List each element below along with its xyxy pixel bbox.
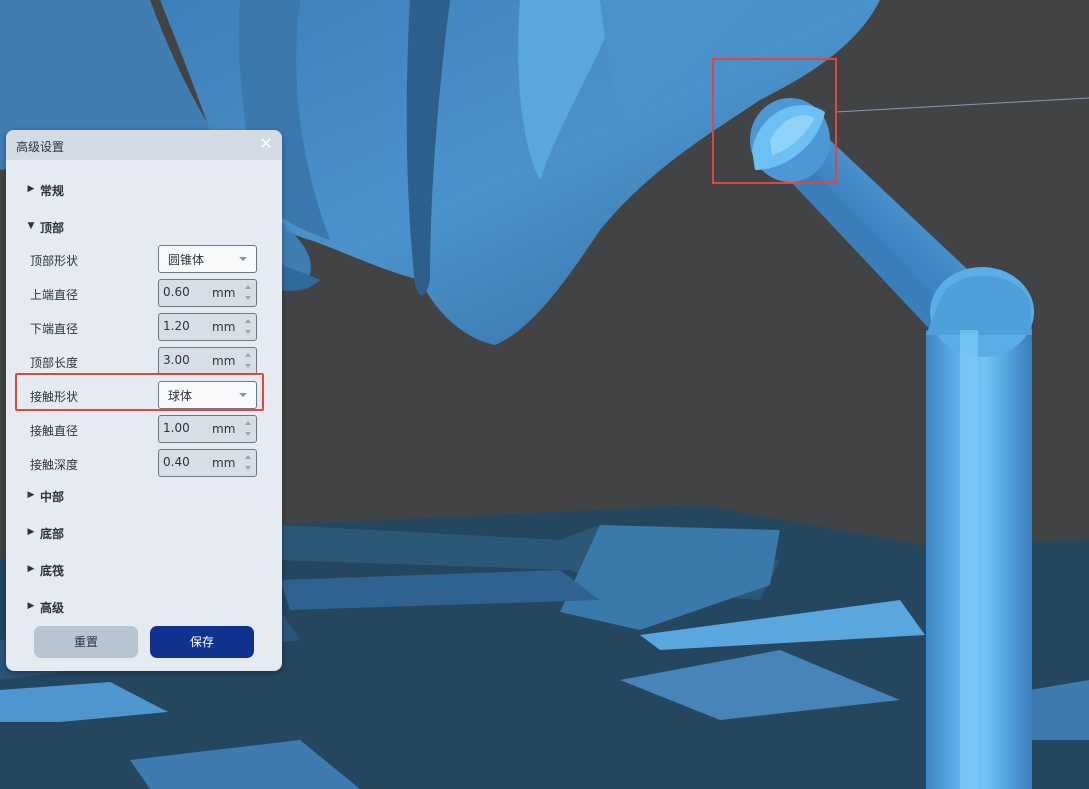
field-label: 顶部形状 (30, 254, 79, 268)
dropdown-caret-icon (239, 257, 247, 261)
increment-arrow-icon[interactable] (245, 353, 251, 357)
input-value: 3.00 (163, 353, 190, 367)
panel-header: 高级设置 ✕ (6, 130, 282, 160)
section-label: 高级 (40, 601, 65, 615)
section-label: 中部 (40, 490, 65, 504)
chevron-down-icon: ▼ (27, 221, 35, 231)
decrement-arrow-icon[interactable] (245, 432, 251, 436)
unit-label: mm (212, 456, 236, 470)
top-shape-select[interactable]: 圆锥体 (158, 245, 257, 273)
decrement-arrow-icon[interactable] (245, 330, 251, 334)
section-label: 顶部 (40, 221, 65, 235)
contact-shape-highlight (15, 373, 264, 411)
section-label: 常规 (40, 184, 65, 198)
increment-arrow-icon[interactable] (245, 455, 251, 459)
upper-diameter-input[interactable]: 0.60 mm (158, 279, 257, 307)
field-label: 顶部长度 (30, 356, 79, 370)
increment-arrow-icon[interactable] (245, 421, 251, 425)
decrement-arrow-icon[interactable] (245, 466, 251, 470)
row-top-shape: 顶部形状 圆锥体 (6, 245, 282, 273)
row-contact-diameter: 接触直径 1.00 mm (6, 415, 282, 443)
chevron-right-icon: ▶ (27, 490, 35, 500)
lower-diameter-input[interactable]: 1.20 mm (158, 313, 257, 341)
row-lower-diameter: 下端直径 1.20 mm (6, 313, 282, 341)
section-general[interactable]: ▶ 常规 (6, 178, 282, 202)
top-length-input[interactable]: 3.00 mm (158, 347, 257, 375)
save-button[interactable]: 保存 (150, 626, 254, 658)
field-label: 接触直径 (30, 424, 79, 438)
increment-arrow-icon[interactable] (245, 319, 251, 323)
increment-arrow-icon[interactable] (245, 285, 251, 289)
row-top-length: 顶部长度 3.00 mm (6, 347, 282, 375)
advanced-settings-panel: 高级设置 ✕ ▶ 常规 ▼ 顶部 顶部形状 圆锥体 上端直径 0.60 mm 下… (6, 130, 282, 671)
input-value: 0.60 (163, 285, 190, 299)
unit-label: mm (212, 286, 236, 300)
unit-label: mm (212, 320, 236, 334)
input-value: 0.40 (163, 455, 190, 469)
chevron-right-icon: ▶ (27, 527, 35, 537)
section-top[interactable]: ▼ 顶部 (6, 215, 282, 239)
section-label: 底筏 (40, 564, 65, 578)
section-bottom[interactable]: ▶ 底部 (6, 521, 282, 545)
decrement-arrow-icon[interactable] (245, 364, 251, 368)
section-raft[interactable]: ▶ 底筏 (6, 558, 282, 582)
chevron-right-icon: ▶ (27, 184, 35, 194)
section-label: 底部 (40, 527, 65, 541)
row-upper-diameter: 上端直径 0.60 mm (6, 279, 282, 307)
field-label: 上端直径 (30, 288, 79, 302)
reset-button[interactable]: 重置 (34, 626, 138, 658)
chevron-right-icon: ▶ (27, 564, 35, 574)
contact-depth-input[interactable]: 0.40 mm (158, 449, 257, 477)
section-advanced[interactable]: ▶ 高级 (6, 595, 282, 619)
close-icon[interactable]: ✕ (258, 136, 274, 152)
select-value: 圆锥体 (168, 253, 205, 267)
section-middle[interactable]: ▶ 中部 (6, 484, 282, 508)
contact-diameter-input[interactable]: 1.00 mm (158, 415, 257, 443)
contact-point-highlight (712, 58, 837, 184)
input-value: 1.20 (163, 319, 190, 333)
decrement-arrow-icon[interactable] (245, 296, 251, 300)
unit-label: mm (212, 422, 236, 436)
unit-label: mm (212, 354, 236, 368)
field-label: 下端直径 (30, 322, 79, 336)
field-label: 接触深度 (30, 458, 79, 472)
chevron-right-icon: ▶ (27, 601, 35, 611)
panel-title: 高级设置 (16, 140, 65, 154)
input-value: 1.00 (163, 421, 190, 435)
row-contact-depth: 接触深度 0.40 mm (6, 449, 282, 477)
